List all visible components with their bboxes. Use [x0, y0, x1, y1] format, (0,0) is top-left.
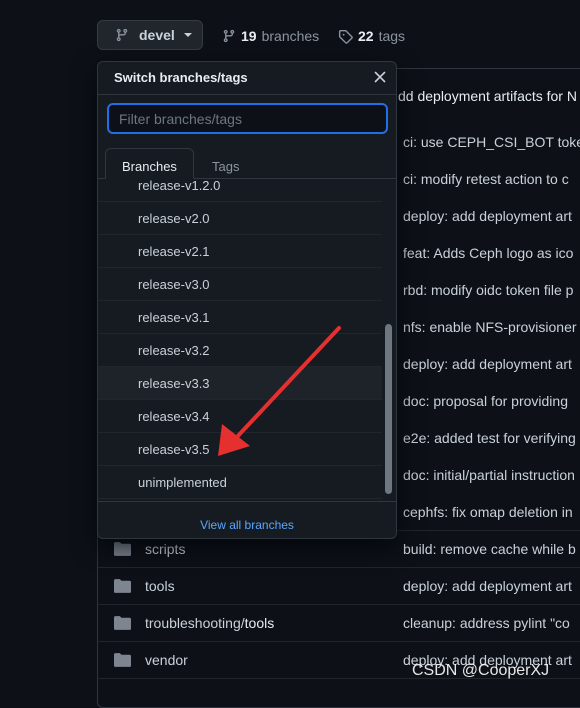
dropdown-title: Switch branches/tags	[114, 70, 248, 85]
folder-icon	[114, 542, 131, 556]
tab-branches[interactable]: Branches	[105, 148, 194, 179]
branches-count: 19	[241, 28, 257, 44]
tab-tags[interactable]: Tags	[196, 148, 255, 174]
commit-message[interactable]: doc: proposal for providing	[403, 393, 568, 409]
branch-item[interactable]: release-v2.0	[98, 202, 382, 235]
scrollbar-thumb[interactable]	[385, 324, 392, 494]
folder-icon	[114, 579, 131, 593]
branch-list: release-v1.2.0 release-v2.0 release-v2.1…	[98, 177, 382, 501]
file-row[interactable]: troubleshooting/tools	[114, 615, 274, 631]
commit-message[interactable]: dd deployment artifacts for N	[398, 88, 577, 104]
branch-filter-input[interactable]	[107, 103, 388, 134]
branch-item[interactable]: release-v1.2.0	[98, 177, 382, 202]
git-branch-icon	[223, 29, 235, 43]
commit-message[interactable]: deploy: add deployment art	[403, 578, 572, 594]
branch-button-label: devel	[139, 27, 175, 43]
watermark: CSDN @CooperXJ	[412, 662, 550, 679]
tag-icon	[338, 29, 353, 44]
tags-label: tags	[378, 28, 406, 44]
file-row[interactable]: vendor	[114, 652, 188, 668]
folder-icon	[114, 653, 131, 667]
row-divider	[98, 641, 580, 642]
commit-message[interactable]: cephfs: fix omap deletion in	[403, 504, 573, 520]
branch-item[interactable]: release-v2.1	[98, 235, 382, 268]
dropdown-tabs: Branches Tags	[98, 142, 396, 179]
file-name: tools	[145, 578, 175, 594]
branch-item[interactable]: release-v3.0	[98, 268, 382, 301]
branch-item[interactable]: release-v3.3	[98, 367, 382, 400]
commit-message[interactable]: cleanup: address pylint "co	[403, 615, 570, 631]
folder-icon	[114, 616, 131, 630]
commit-message[interactable]: ci: modify retest action to c	[403, 171, 569, 187]
commit-message[interactable]: ci: use CEPH_CSI_BOT toke	[403, 134, 580, 150]
file-row[interactable]: scripts	[114, 541, 185, 557]
tags-count: 22	[358, 28, 374, 44]
file-row[interactable]: tools	[114, 578, 175, 594]
file-name: tools	[244, 615, 275, 631]
commit-message[interactable]: deploy: add deployment art	[403, 208, 572, 224]
branches-link[interactable]: 19 branches	[222, 28, 319, 44]
row-divider	[98, 604, 580, 605]
commit-message[interactable]: feat: Adds Ceph logo as ico	[403, 245, 573, 261]
dropdown-header: Switch branches/tags	[98, 62, 396, 95]
branch-item[interactable]: unimplemented	[98, 466, 382, 499]
commit-message[interactable]: rbd: modify oidc token file p	[403, 282, 573, 298]
commit-message[interactable]: e2e: added test for verifying	[403, 430, 576, 446]
row-divider	[98, 567, 580, 568]
branch-item[interactable]: release-v3.4	[98, 400, 382, 433]
branch-item[interactable]: release-v3.1	[98, 301, 382, 334]
dropdown-footer: View all branches	[98, 501, 396, 538]
branches-label: branches	[261, 28, 320, 44]
file-name: vendor	[145, 652, 188, 668]
tags-link[interactable]: 22 tags	[338, 28, 405, 44]
caret-down-icon	[183, 33, 192, 37]
commit-message[interactable]: build: remove cache while b	[403, 541, 576, 557]
close-icon[interactable]	[374, 71, 386, 83]
file-path-prefix: troubleshooting/	[145, 615, 245, 631]
view-all-branches-link[interactable]: View all branches	[98, 518, 396, 532]
file-name: scripts	[145, 541, 186, 557]
branch-item[interactable]: release-v3.5	[98, 433, 382, 466]
branch-item[interactable]: release-v3.2	[98, 334, 382, 367]
commit-message[interactable]: doc: initial/partial instruction	[403, 467, 575, 483]
branch-switcher-dropdown: Switch branches/tags Branches Tags relea…	[97, 61, 397, 539]
commit-message[interactable]: nfs: enable NFS-provisioner	[403, 319, 577, 335]
branch-select-button[interactable]: devel	[97, 20, 203, 50]
git-branch-icon	[116, 28, 128, 42]
commit-message[interactable]: deploy: add deployment art	[403, 356, 572, 372]
